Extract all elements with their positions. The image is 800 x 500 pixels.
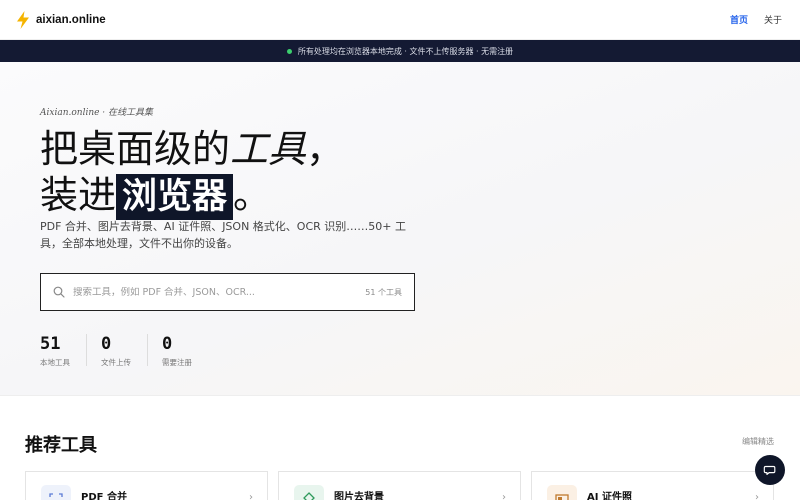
top-header: aixian.online 首页 关于	[0, 0, 800, 40]
status-dot-icon	[286, 48, 292, 54]
stat-registration: 0 需要注册	[162, 334, 208, 367]
stat-label: 文件上传	[101, 358, 131, 367]
tool-card-name: AI 证件照	[587, 492, 632, 500]
announcement-text: 所有处理均在浏览器本地完成 · 文件不上传服务器 · 无需注册	[297, 46, 514, 56]
stat-value: 0	[101, 334, 112, 354]
stat-value: 0	[162, 334, 173, 354]
headline-part: 把桌面级的	[40, 127, 231, 171]
chat-support-button[interactable]	[755, 455, 785, 485]
lightning-bolt-icon	[17, 10, 29, 29]
featured-cards: PDF 合并 › 图片去背景 › AI 证件照 ›	[25, 471, 774, 500]
headline-part: 装进	[40, 173, 117, 217]
chevron-right-icon: ›	[249, 492, 253, 500]
tool-card-name: PDF 合并	[81, 492, 127, 500]
nav-item-home[interactable]: 首页	[730, 13, 748, 26]
headline-punct: ，	[306, 127, 345, 171]
tool-count: 51 个工具	[365, 287, 402, 297]
search-icon	[53, 286, 65, 298]
hero-kicker: Aixian.online · 在线工具集	[40, 108, 154, 118]
stat-file-uploads: 0 文件上传	[101, 334, 148, 367]
chat-bubble-icon	[763, 465, 776, 475]
editors-picks-link[interactable]: 编辑精选	[742, 436, 774, 447]
headline-punct: 。	[233, 173, 272, 217]
image-bg-remove-icon	[294, 485, 324, 500]
tool-card-name: 图片去背景	[334, 492, 384, 500]
headline-line1: 把桌面级的工具，	[40, 127, 344, 171]
hero-section: Aixian.online · 在线工具集 把桌面级的工具， 装进 浏览器。 PD…	[0, 62, 800, 396]
nav-item-about[interactable]: 关于	[764, 13, 782, 26]
hero-headline: 把桌面级的工具， 装进 浏览器。	[40, 126, 344, 220]
announcement-bar: 所有处理均在浏览器本地完成 · 文件不上传服务器 · 无需注册	[0, 40, 800, 62]
stats-row: 51 本地工具 0 文件上传 0 需要注册	[40, 334, 222, 367]
tool-card-bg-remove[interactable]: 图片去背景 ›	[278, 471, 521, 500]
chevron-right-icon: ›	[755, 492, 759, 500]
pdf-merge-icon	[41, 485, 71, 500]
stat-label: 本地工具	[40, 358, 70, 367]
brand-logo-link[interactable]: aixian.online	[16, 10, 106, 29]
stat-label: 需要注册	[162, 358, 192, 367]
id-photo-icon	[547, 485, 577, 500]
chevron-right-icon: ›	[502, 492, 506, 500]
stat-local-tools: 51 本地工具	[40, 334, 87, 367]
featured-section-title: 推荐工具	[25, 435, 97, 456]
headline-italic-part: 工具	[230, 127, 307, 171]
headline-line2: 装进 浏览器。	[40, 173, 272, 220]
tool-search-box[interactable]: 51 个工具	[40, 273, 415, 311]
tool-card-pdf-merge[interactable]: PDF 合并 ›	[25, 471, 268, 500]
stat-value: 51	[40, 334, 61, 354]
headline-highlight: 浏览器	[116, 174, 234, 220]
brand-name: aixian.online	[36, 13, 106, 26]
hero-description: PDF 合并、图片去背景、AI 证件照、JSON 格式化、OCR 识别……50+…	[40, 220, 406, 250]
tool-card-id-photo[interactable]: AI 证件照 ›	[531, 471, 774, 500]
main-nav: 首页 关于	[730, 13, 782, 26]
search-input[interactable]	[73, 286, 366, 298]
